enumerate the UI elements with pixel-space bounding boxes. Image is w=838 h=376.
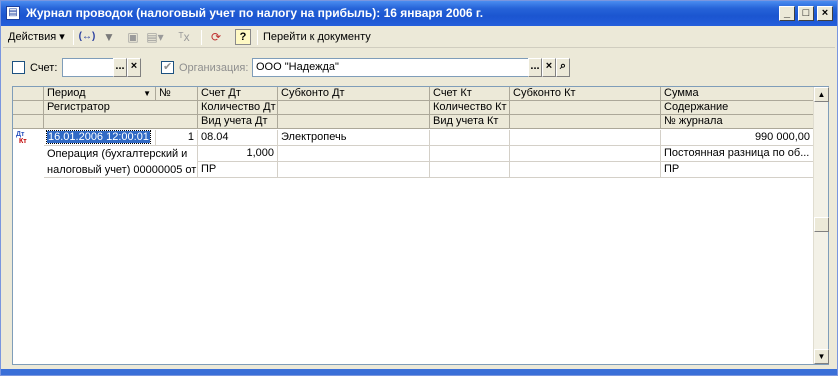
scroll-thumb[interactable] xyxy=(814,217,829,232)
clear-filter-icon[interactable]: ᵀx xyxy=(175,29,193,46)
filter-panel: Счет: ... × Организация: ООО "Надежда" .… xyxy=(1,56,837,80)
cell-subconto-kt[interactable] xyxy=(510,130,661,146)
org-clear-button[interactable]: × xyxy=(542,58,556,77)
account-clear-button[interactable]: × xyxy=(127,58,141,77)
title-bar[interactable]: ▤ Журнал проводок (налоговый учет по нал… xyxy=(1,1,837,26)
header-empty xyxy=(44,115,198,129)
header-empty xyxy=(510,101,661,115)
cell-account-dt[interactable]: 08.04 xyxy=(198,130,278,146)
cell-amount[interactable]: 990 000,00 xyxy=(661,130,814,146)
help-icon[interactable]: ? xyxy=(235,29,251,45)
dt-kt-icon: Дт Кт xyxy=(16,131,27,145)
account-filter-checkbox[interactable] xyxy=(12,61,25,74)
cell-subconto-dt[interactable]: Электропечь xyxy=(278,130,430,146)
header-type-kt[interactable]: Вид учета Кт xyxy=(430,115,510,129)
bottom-border xyxy=(1,369,837,375)
filter-icon[interactable]: ▼ xyxy=(100,29,118,46)
header-period[interactable]: Период ▼ xyxy=(44,87,156,101)
cell-empty[interactable] xyxy=(510,146,661,162)
header-amount[interactable]: Сумма xyxy=(661,87,814,101)
maximize-button[interactable]: □ xyxy=(798,6,814,21)
cell-journal[interactable]: ПР xyxy=(661,162,814,178)
header-subconto-dt[interactable]: Субконто Дт xyxy=(278,87,430,101)
close-button[interactable]: × xyxy=(817,6,833,21)
account-filter-label: Счет: xyxy=(30,62,58,74)
cell-empty[interactable] xyxy=(278,146,430,162)
header-number[interactable]: № xyxy=(156,87,198,101)
header-journal[interactable]: № журнала xyxy=(661,115,814,129)
cell-empty[interactable] xyxy=(278,162,430,178)
document-icon: ▤ xyxy=(6,6,20,20)
cell-content[interactable]: Постоянная разница по об... xyxy=(661,146,814,162)
cell-quantity-kt[interactable] xyxy=(430,146,510,162)
header-marker xyxy=(13,101,44,115)
sort-down-icon: ▼ xyxy=(143,89,151,98)
header-account-kt[interactable]: Счет Кт xyxy=(430,87,510,101)
journal-window: ▤ Журнал проводок (налоговый учет по нал… xyxy=(0,0,838,376)
switch-icon[interactable]: (↔) xyxy=(78,29,96,46)
actions-label: Действия xyxy=(8,31,57,43)
chevron-down-icon: ▾ xyxy=(59,31,65,43)
window-title: Журнал проводок (налоговый учет по налог… xyxy=(26,6,484,20)
org-filter-label: Организация: xyxy=(179,62,249,74)
header-content[interactable]: Содержание xyxy=(661,101,814,115)
header-empty xyxy=(278,115,430,129)
header-marker xyxy=(13,115,44,129)
org-filter-input[interactable]: ООО "Надежда" xyxy=(252,58,529,77)
cell-registrar[interactable]: Операция (бухгалтерский и налоговый учет… xyxy=(44,146,198,178)
cell-quantity-dt[interactable]: 1,000 xyxy=(198,146,278,162)
search-icon[interactable]: ⌕ xyxy=(556,58,570,77)
vertical-scrollbar[interactable]: ▲ ▼ xyxy=(813,87,829,364)
refresh-icon[interactable]: ⟳ xyxy=(207,29,225,46)
toolbar-separator xyxy=(73,30,74,45)
account-filter-input[interactable] xyxy=(62,58,114,77)
cell-period[interactable]: 16.01.2006 12:00:01 xyxy=(44,130,156,146)
org-filter-checkbox[interactable] xyxy=(161,60,174,74)
header-quantity-kt[interactable]: Количество Кт xyxy=(430,101,510,115)
header-empty xyxy=(278,101,430,115)
header-quantity-dt[interactable]: Количество Дт xyxy=(198,101,278,115)
org-select-button[interactable]: ... xyxy=(528,58,542,77)
header-empty xyxy=(510,115,661,129)
post-icon[interactable]: ▤▾ xyxy=(146,29,164,46)
header-type-dt[interactable]: Вид учета Дт xyxy=(198,115,278,129)
minimize-button[interactable]: _ xyxy=(779,6,795,21)
copy-icon[interactable]: ▣ xyxy=(124,29,142,46)
header-subconto-kt[interactable]: Субконто Кт xyxy=(510,87,661,101)
scroll-up-icon[interactable]: ▲ xyxy=(814,87,829,102)
cell-account-kt[interactable] xyxy=(430,130,510,146)
account-select-button[interactable]: ... xyxy=(113,58,127,77)
toolbar-separator xyxy=(201,30,202,45)
cell-number[interactable]: 1 xyxy=(156,130,198,146)
toolbar-separator xyxy=(257,30,258,45)
header-marker xyxy=(13,87,44,101)
scroll-down-icon[interactable]: ▼ xyxy=(814,349,829,364)
goto-document-button[interactable]: Перейти к документу xyxy=(263,29,371,46)
cell-type-kt[interactable] xyxy=(430,162,510,178)
header-registrar[interactable]: Регистратор xyxy=(44,101,198,115)
toolbar: Действия ▾ (↔) ▼ ▣ ▤▾ ᵀx ⟳ ? Перейти к д… xyxy=(3,27,835,48)
cell-empty[interactable] xyxy=(510,162,661,178)
actions-menu-button[interactable]: Действия ▾ xyxy=(8,29,65,46)
cell-type-dt[interactable]: ПР xyxy=(198,162,278,178)
entries-table[interactable]: Период ▼ № Счет Дт Субконто Дт Счет Кт С… xyxy=(12,86,829,365)
header-account-dt[interactable]: Счет Дт xyxy=(198,87,278,101)
